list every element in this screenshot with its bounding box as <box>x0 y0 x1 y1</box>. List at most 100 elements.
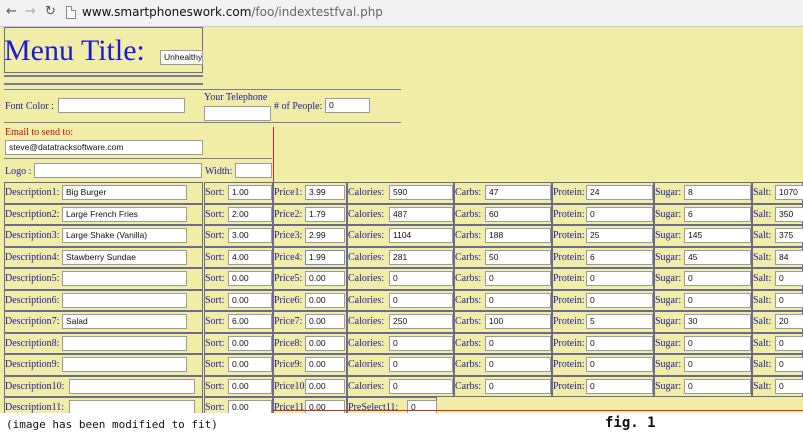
font-color-input[interactable] <box>58 98 185 113</box>
price-input[interactable]: 0.00 <box>305 335 345 351</box>
carbs-input[interactable]: 0 <box>485 335 551 351</box>
protein-input[interactable]: 5 <box>586 314 653 329</box>
sugar-input[interactable]: 8 <box>684 185 751 200</box>
width-input[interactable] <box>235 163 272 178</box>
forward-arrow-icon[interactable]: → <box>25 4 36 19</box>
sort-input[interactable]: 3.00 <box>228 228 272 243</box>
sort-input[interactable]: 0.00 <box>228 400 272 413</box>
salt-input[interactable]: 0 <box>775 335 803 351</box>
sugar-input[interactable]: 30 <box>684 314 751 329</box>
description-input[interactable]: Big Burger <box>62 185 187 200</box>
salt-input[interactable]: 0 <box>775 357 803 372</box>
calories-label: Calories: <box>348 359 385 370</box>
price-input[interactable]: 1.79 <box>305 206 345 222</box>
protein-input[interactable]: 0 <box>586 357 653 372</box>
carbs-input[interactable]: 60 <box>485 206 551 222</box>
salt-input[interactable]: 350 <box>775 206 803 222</box>
sugar-input[interactable]: 0 <box>684 271 751 286</box>
description-input[interactable]: Stawberry Sundae <box>62 249 187 265</box>
salt-input[interactable]: 0 <box>775 292 803 308</box>
price-input[interactable]: 0.00 <box>305 271 345 286</box>
address-bar[interactable]: www.smartphoneswork.com/foo/indextestfva… <box>82 5 383 19</box>
calories-input[interactable]: 0 <box>389 271 453 286</box>
description-input[interactable] <box>62 271 187 286</box>
protein-input[interactable]: 0 <box>586 335 653 351</box>
logo-input[interactable] <box>34 163 202 178</box>
salt-input[interactable]: 375 <box>775 228 803 243</box>
calories-input[interactable]: 281 <box>389 249 453 265</box>
sort-input[interactable]: 6.00 <box>228 314 272 329</box>
protein-input[interactable]: 0 <box>586 292 653 308</box>
price-input[interactable]: 0.00 <box>305 357 345 372</box>
sugar-input[interactable]: 0 <box>684 335 751 351</box>
description-input[interactable] <box>62 335 187 351</box>
description-input[interactable] <box>62 292 187 308</box>
sort-input[interactable]: 0.00 <box>228 292 272 308</box>
sort-input[interactable]: 4.00 <box>228 249 272 265</box>
telephone-input[interactable] <box>204 106 271 121</box>
carbs-input[interactable]: 0 <box>485 357 551 372</box>
sort-input[interactable]: 0.00 <box>228 378 272 394</box>
price-input[interactable]: 3.99 <box>305 185 345 200</box>
price-input[interactable]: 0.00 <box>305 292 345 308</box>
calories-input[interactable]: 0 <box>389 335 453 351</box>
price-label: Price4: <box>274 251 303 263</box>
sort-input[interactable]: 0.00 <box>228 335 272 351</box>
price-input[interactable]: 0.00 <box>305 378 345 394</box>
price-input[interactable]: 1.99 <box>305 249 345 265</box>
calories-input[interactable]: 0 <box>389 292 453 308</box>
sort-input[interactable]: 2.00 <box>228 206 272 222</box>
sugar-input[interactable]: 0 <box>684 378 751 394</box>
carbs-input[interactable]: 100 <box>485 314 551 329</box>
salt-input[interactable]: 0 <box>775 271 803 286</box>
description-input[interactable] <box>69 400 195 413</box>
calories-input[interactable]: 0 <box>389 378 453 394</box>
carbs-input[interactable]: 47 <box>485 185 551 200</box>
description-input[interactable] <box>62 357 187 372</box>
description-label: Description4: <box>5 251 60 263</box>
carbs-input[interactable]: 50 <box>485 249 551 265</box>
description-input[interactable]: Large Shake (Vanilla) <box>62 228 187 243</box>
calories-input[interactable]: 487 <box>389 206 453 222</box>
protein-input[interactable]: 25 <box>586 228 653 243</box>
salt-input[interactable]: 0 <box>775 378 803 394</box>
salt-input[interactable]: 1070 <box>775 185 803 200</box>
protein-input[interactable]: 24 <box>586 185 653 200</box>
carbs-input[interactable]: 0 <box>485 271 551 286</box>
sugar-input[interactable]: 0 <box>684 292 751 308</box>
protein-input[interactable]: 6 <box>586 249 653 265</box>
protein-input[interactable]: 0 <box>586 271 653 286</box>
calories-input[interactable]: 590 <box>389 185 453 200</box>
people-input[interactable]: 0 <box>325 98 370 113</box>
sugar-input[interactable]: 145 <box>684 228 751 243</box>
carbs-input[interactable]: 188 <box>485 228 551 243</box>
menu-title-input[interactable]: Unhealthy <box>160 50 203 65</box>
price-input[interactable]: 0.00 <box>305 400 345 413</box>
reload-icon[interactable]: ↻ <box>45 4 56 19</box>
sugar-input[interactable]: 6 <box>684 206 751 222</box>
sort-input[interactable]: 1.00 <box>228 185 272 200</box>
preselect-input[interactable]: 0 <box>407 400 437 413</box>
description-input[interactable]: Large French Fries <box>62 206 187 222</box>
sugar-input[interactable]: 45 <box>684 249 751 265</box>
sort-label: Sort: <box>205 359 225 370</box>
back-arrow-icon[interactable]: ← <box>6 4 17 19</box>
salt-label: Salt: <box>753 187 772 198</box>
price-input[interactable]: 0.00 <box>305 314 345 329</box>
description-input[interactable]: Salad <box>62 314 187 329</box>
price-input[interactable]: 2.99 <box>305 228 345 243</box>
sort-input[interactable]: 0.00 <box>228 271 272 286</box>
carbs-input[interactable]: 0 <box>485 292 551 308</box>
salt-input[interactable]: 20 <box>775 314 803 329</box>
salt-input[interactable]: 84 <box>775 249 803 265</box>
calories-input[interactable]: 1104 <box>389 228 453 243</box>
description-input[interactable] <box>69 378 195 394</box>
sugar-input[interactable]: 0 <box>684 357 751 372</box>
sort-input[interactable]: 0.00 <box>228 357 272 372</box>
carbs-input[interactable]: 0 <box>485 378 551 394</box>
protein-input[interactable]: 0 <box>586 378 653 394</box>
email-input[interactable]: steve@datatracksoftware.com <box>5 140 203 155</box>
calories-input[interactable]: 0 <box>389 357 453 372</box>
calories-input[interactable]: 250 <box>389 314 453 329</box>
protein-input[interactable]: 0 <box>586 206 653 222</box>
